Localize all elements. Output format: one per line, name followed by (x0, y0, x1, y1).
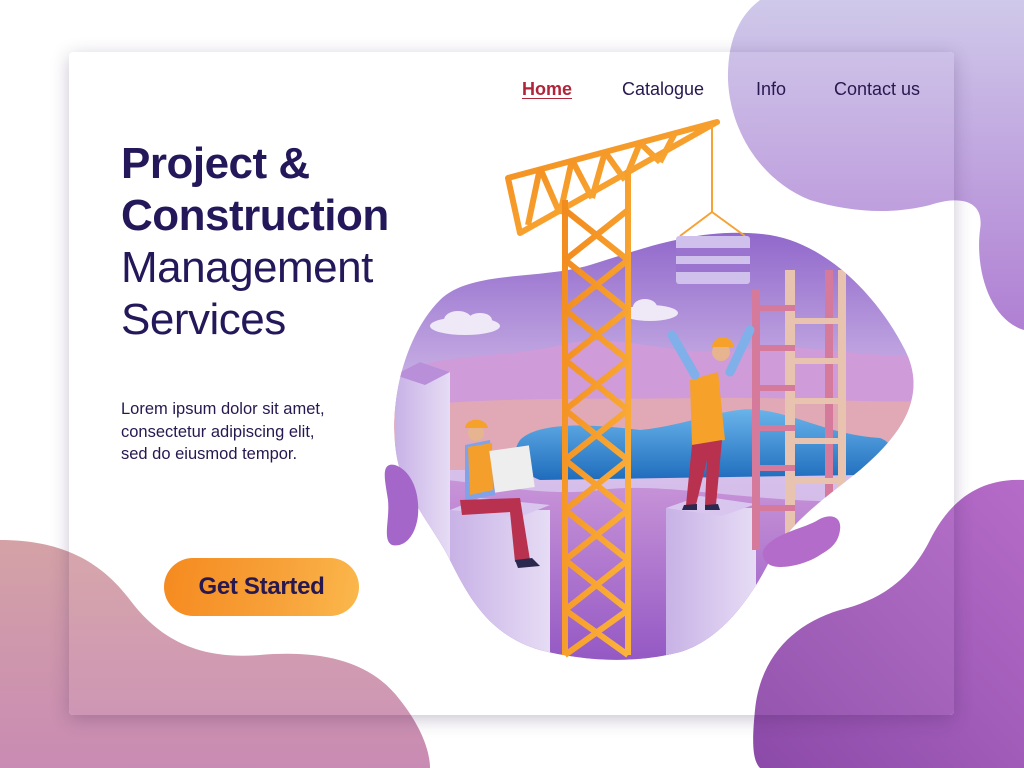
hero-title-line-2: Construction (121, 191, 389, 240)
construction-illustration (384, 119, 914, 660)
scene-blob (394, 232, 914, 660)
nav-home[interactable]: Home (522, 79, 572, 100)
get-started-button[interactable]: Get Started (164, 558, 359, 616)
hanging-load-icon (676, 124, 750, 284)
hero-title-line-4: Services (121, 295, 286, 344)
hero-title-line-1: Project & (121, 139, 310, 188)
hero-description: Lorem ipsum dolor sit amet, consectetur … (121, 400, 325, 463)
nav-contact-us[interactable]: Contact us (834, 79, 920, 100)
hero-title-line-3: Management (121, 243, 373, 292)
main-nav: Home Catalogue Info Contact us (0, 79, 1024, 103)
nav-info[interactable]: Info (756, 79, 786, 100)
nav-catalogue[interactable]: Catalogue (622, 79, 704, 100)
seat-block (450, 498, 550, 660)
stand-block (666, 496, 756, 660)
hero-title: Project & Construction Management Servic… (121, 138, 389, 346)
